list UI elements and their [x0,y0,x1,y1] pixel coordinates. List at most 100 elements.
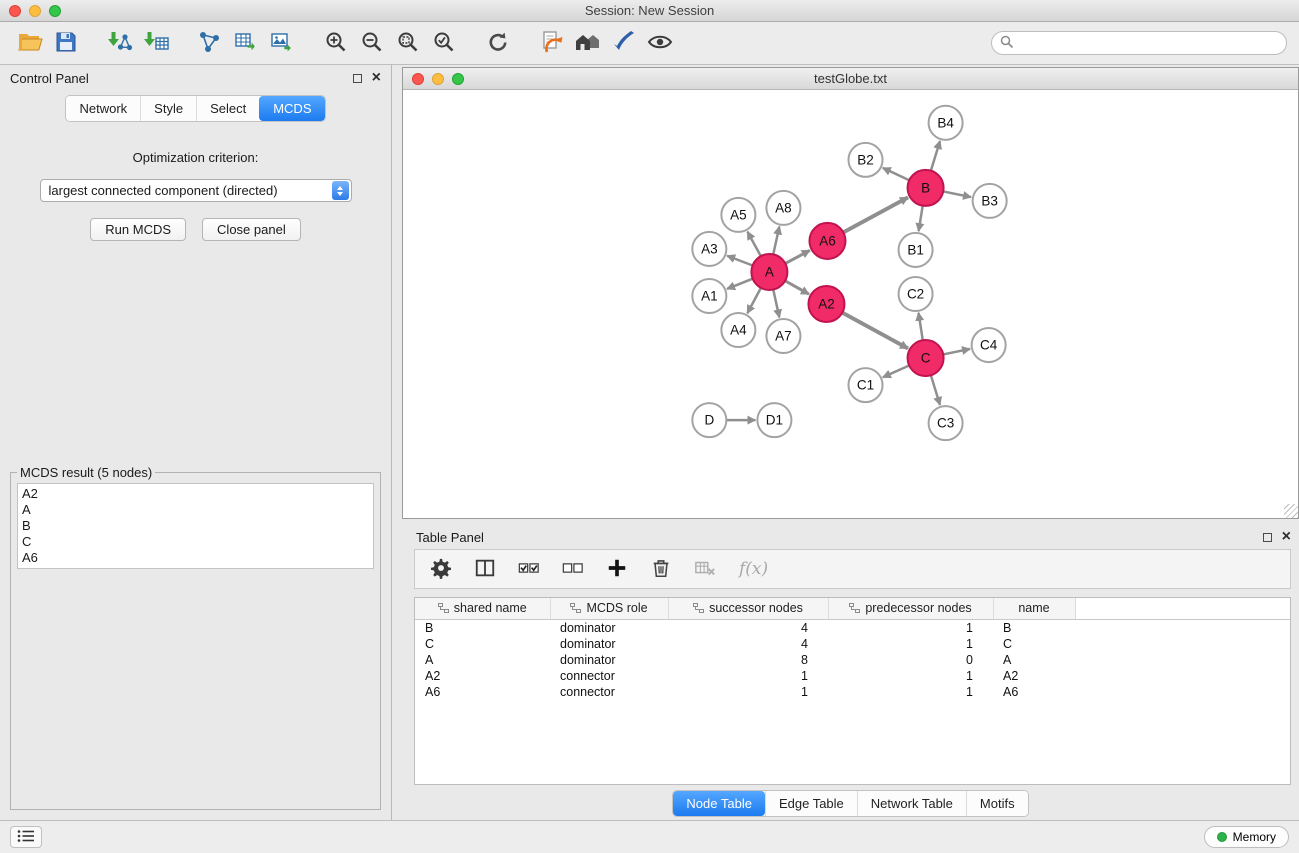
graph-node-C3[interactable]: C3 [929,406,963,440]
graph-node-A[interactable]: A [751,254,787,290]
graph-edge-A-A6[interactable] [785,250,810,263]
graph-edge-A6-B[interactable] [843,197,908,232]
zoom-out-button[interactable] [354,26,390,60]
graph-edge-C-C4[interactable] [943,349,970,355]
graph-node-C[interactable]: C [908,340,944,376]
graph-edge-A-A4[interactable] [747,288,761,313]
column-header-predecessor-nodes[interactable]: predecessor nodes [828,598,993,619]
import-table-button[interactable] [138,26,174,60]
graph-edge-B-B3[interactable] [943,191,971,197]
graph-node-B2[interactable]: B2 [848,143,882,177]
network-maximize-button[interactable] [452,73,464,85]
close-panel-icon[interactable]: × [372,72,381,84]
open-document-button[interactable] [534,26,570,60]
graph-edge-C-C1[interactable] [883,365,909,377]
new-column-button[interactable] [603,555,631,583]
graph-edge-A-A8[interactable] [773,226,779,254]
graph-node-C1[interactable]: C1 [848,368,882,402]
function-builder-button[interactable]: f(x) [735,555,772,583]
graph-node-A7[interactable]: A7 [766,319,800,353]
column-header-successor-nodes[interactable]: successor nodes [668,598,828,619]
network-graph[interactable]: B4 B2 B B3 A5 A8 A6 B1 A3 A C2 A1 A2 A4 A7 C4 C C1 C3 D D1 [403,90,1298,518]
result-item[interactable]: A6 [22,550,369,566]
delete-table-button[interactable] [691,555,719,583]
graph-node-D1[interactable]: D1 [757,403,791,437]
show-columns-button[interactable] [471,555,499,583]
tab-network[interactable]: Network [66,96,140,121]
graph-node-C2[interactable]: C2 [899,277,933,311]
tab-node-table[interactable]: Node Table [673,791,765,816]
graph-node-B3[interactable]: B3 [973,184,1007,218]
graph-edge-B-B1[interactable] [919,206,923,232]
graph-edge-A2-C[interactable] [842,313,908,349]
table-row[interactable]: Bdominator41B [415,619,1290,636]
graph-node-B1[interactable]: B1 [899,233,933,267]
graph-edge-C-C3[interactable] [931,375,940,405]
table-row[interactable]: Cdominator41C [415,636,1290,652]
float-table-panel-icon[interactable] [1263,533,1272,542]
zoom-selected-button[interactable] [426,26,462,60]
result-item[interactable]: A2 [22,486,369,502]
table-row[interactable]: A2connector11A2 [415,668,1290,684]
table-row[interactable]: Adominator80A [415,652,1290,668]
graph-edge-B-B2[interactable] [883,168,910,180]
tab-select[interactable]: Select [196,96,259,121]
graph-node-A8[interactable]: A8 [766,191,800,225]
column-header-shared-name[interactable]: shared name [415,598,550,619]
graph-node-A3[interactable]: A3 [692,232,726,266]
graph-node-A5[interactable]: A5 [721,198,755,232]
maximize-window-button[interactable] [49,5,61,17]
delete-column-button[interactable] [647,555,675,583]
graph-node-A2[interactable]: A2 [808,286,844,322]
graph-edge-B-B4[interactable] [931,141,940,171]
network-canvas[interactable]: B4 B2 B B3 A5 A8 A6 B1 A3 A C2 A1 A2 A4 A7 C4 C C1 C3 D D1 [403,90,1298,518]
run-mcds-button[interactable]: Run MCDS [90,218,186,241]
save-session-button[interactable] [48,26,84,60]
graph-edge-C-C2[interactable] [919,313,923,340]
tab-mcds[interactable]: MCDS [259,96,324,121]
result-item[interactable]: B [22,518,369,534]
column-header-name[interactable]: name [993,598,1075,619]
graph-node-C4[interactable]: C4 [972,328,1006,362]
tab-network-table[interactable]: Network Table [857,791,966,816]
float-panel-icon[interactable] [353,74,362,83]
memory-button[interactable]: Memory [1204,826,1289,848]
result-item[interactable]: A [22,502,369,518]
tab-motifs[interactable]: Motifs [966,791,1028,816]
column-header-mcds-role[interactable]: MCDS role [550,598,668,619]
graph-node-D[interactable]: D [692,403,726,437]
mcds-result-list[interactable]: A2 A B C A6 [17,483,374,569]
export-table-button[interactable] [228,26,264,60]
close-panel-button[interactable]: Close panel [202,218,301,241]
resize-grip[interactable] [1284,504,1298,518]
select-all-button[interactable] [515,555,543,583]
search-box[interactable] [991,31,1287,55]
show-hide-button[interactable] [642,26,678,60]
graph-node-A1[interactable]: A1 [692,279,726,313]
show-panels-button[interactable] [10,826,42,848]
graph-edge-A-A1[interactable] [727,279,753,289]
table-row[interactable]: A6connector11A6 [415,684,1290,700]
graph-node-B[interactable]: B [908,170,944,206]
graph-edge-A-A3[interactable] [727,256,752,266]
close-table-panel-icon[interactable]: × [1282,531,1291,543]
result-item[interactable]: C [22,534,369,550]
graph-node-A6[interactable]: A6 [809,223,845,259]
open-session-button[interactable] [12,26,48,60]
home-button[interactable] [570,26,606,60]
table-options-button[interactable] [427,555,455,583]
tab-style[interactable]: Style [140,96,196,121]
search-input[interactable] [1020,36,1278,51]
graph-node-B4[interactable]: B4 [929,106,963,140]
clone-network-button[interactable] [192,26,228,60]
export-image-button[interactable] [264,26,300,60]
minimize-window-button[interactable] [29,5,41,17]
deselect-all-button[interactable] [559,555,587,583]
criterion-dropdown[interactable]: largest connected component (directed) [40,179,352,202]
graph-edge-A-A7[interactable] [773,290,779,318]
graph-edge-A-A2[interactable] [785,281,809,294]
zoom-fit-button[interactable] [390,26,426,60]
graph-node-A4[interactable]: A4 [721,313,755,347]
close-window-button[interactable] [9,5,21,17]
import-network-button[interactable] [102,26,138,60]
